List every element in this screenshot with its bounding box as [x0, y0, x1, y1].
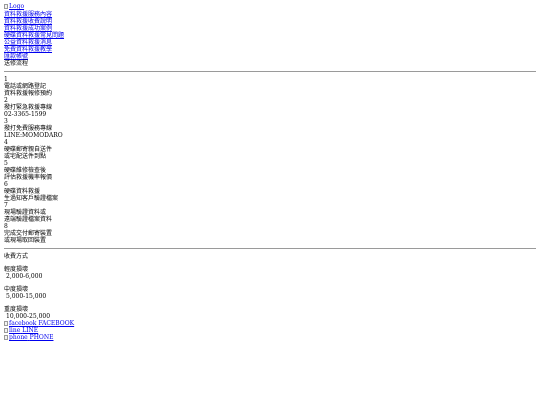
step-number: 3 [4, 118, 8, 125]
nav-link-pricing[interactable]: 資料救援收費說明 [4, 18, 536, 25]
nav-link-faq[interactable]: 硬碟資料救援常見問題 [4, 32, 536, 39]
step-title: 完成交付郵寄裝置 [4, 230, 53, 237]
price-tier-range: 2,000-6,000 [6, 273, 43, 280]
nav-link-bank-account[interactable]: 匯款帳號 [4, 53, 536, 60]
step-description: LINE:MOMODARO [4, 132, 63, 139]
line-label: LINE [22, 327, 39, 334]
step-number: 2 [4, 97, 8, 104]
step-item: 6 硬碟資料救援 生過知客戶驗證檔案 [4, 181, 536, 202]
price-tier-range: 5,000-15,000 [6, 293, 47, 300]
main-nav: 資料救援服務內容 資料救援收費說明 資料救援成功案例 硬碟資料救援常見問題 公益… [4, 11, 536, 67]
step-description: 評估救援機率報價 [4, 174, 53, 181]
nav-link-news[interactable]: 公益資料救援消息 [4, 39, 536, 46]
price-tier-label: 輕度損壞 [4, 266, 29, 273]
price-tier: 重度損壞 10,000-25,000 [4, 306, 536, 320]
price-tier-label: 重度損壞 [4, 306, 29, 313]
line-link[interactable]: line LINE [4, 327, 536, 334]
step-title: 電話或網路登記 [4, 83, 47, 90]
facebook-icon [4, 321, 8, 326]
page: Logo 資料救援服務內容 資料救援收費說明 資料救援成功案例 硬碟資料救援常見… [0, 0, 540, 341]
step-item: 4 硬碟郵寄親自送件 或宅配送件到點 [4, 139, 536, 160]
price-tier: 輕度損壞 2,000-6,000 [4, 266, 536, 280]
phone-link[interactable]: phone PHONE [4, 334, 536, 341]
phone-alt-text: phone [9, 334, 28, 341]
step-title: 硬碟維修檢查後 [4, 167, 47, 174]
step-description: 資料救援報修預約 [4, 90, 53, 97]
divider [4, 71, 536, 72]
step-number: 7 [4, 202, 8, 209]
price-tier: 中度損壞 5,000-15,000 [4, 286, 536, 300]
nav-link-services[interactable]: 資料救援服務內容 [4, 11, 536, 18]
phone-label: PHONE [29, 334, 54, 341]
phone-icon [4, 335, 8, 340]
nav-current-page: 送修流程 [4, 60, 29, 67]
step-description: 02-3365-1599 [4, 111, 47, 118]
step-item: 2 撥打緊急救援專線 02-3365-1599 [4, 97, 536, 118]
nav-link-tutorials[interactable]: 免費資料救援教學 [4, 46, 536, 53]
process-steps: 1 電話或網路登記 資料救援報修預約 2 撥打緊急救援專線 02-3365-15… [4, 76, 536, 244]
logo-alt-text: Logo [9, 3, 25, 10]
step-title: 現場驗證資料或 [4, 209, 47, 216]
step-description: 遠端驗證檔案資料 [4, 216, 53, 223]
step-number: 1 [4, 76, 8, 83]
step-number: 8 [4, 223, 8, 230]
step-title: 撥打緊急救援專線 [4, 104, 53, 111]
step-item: 7 現場驗證資料或 遠端驗證檔案資料 [4, 202, 536, 223]
pricing-section: 收費方式 輕度損壞 2,000-6,000 中度損壞 5,000-15,000 … [4, 253, 536, 320]
line-alt-text: line [9, 327, 21, 334]
step-title: 撥打免費服務專線 [4, 125, 53, 132]
logo-link[interactable]: Logo [4, 3, 24, 10]
pricing-title: 收費方式 [4, 253, 29, 260]
step-item: 1 電話或網路登記 資料救援報修預約 [4, 76, 536, 97]
step-item: 3 撥打免費服務專線 LINE:MOMODARO [4, 118, 536, 139]
step-description: 或現場取回裝置 [4, 237, 47, 244]
contact-links: facebook FACEBOOK line LINE phone PHONE [4, 320, 536, 341]
step-title: 硬碟資料救援 [4, 188, 41, 195]
price-tier-range: 10,000-25,000 [6, 313, 51, 320]
step-title: 硬碟郵寄親自送件 [4, 146, 53, 153]
facebook-alt-text: facebook [9, 320, 37, 327]
facebook-link[interactable]: facebook FACEBOOK [4, 320, 536, 327]
step-item: 8 完成交付郵寄裝置 或現場取回裝置 [4, 223, 536, 244]
step-number: 6 [4, 181, 8, 188]
facebook-label: FACEBOOK [38, 320, 75, 327]
divider [4, 248, 536, 249]
broken-image-icon [4, 4, 8, 9]
step-description: 或宅配送件到點 [4, 153, 47, 160]
step-description: 生過知客戶驗證檔案 [4, 195, 59, 202]
price-tier-label: 中度損壞 [4, 286, 29, 293]
line-icon [4, 328, 8, 333]
step-number: 4 [4, 139, 8, 146]
nav-link-cases[interactable]: 資料救援成功案例 [4, 25, 536, 32]
step-number: 5 [4, 160, 8, 167]
step-item: 5 硬碟維修檢查後 評估救援機率報價 [4, 160, 536, 181]
